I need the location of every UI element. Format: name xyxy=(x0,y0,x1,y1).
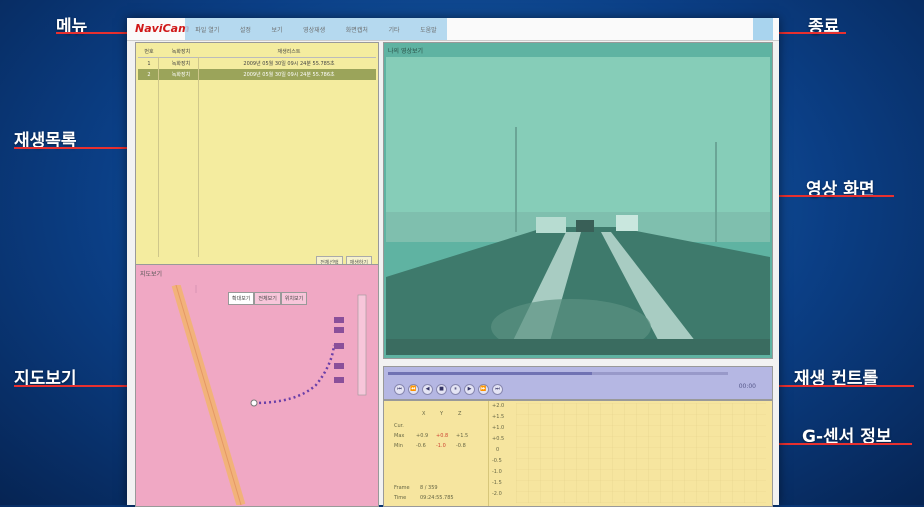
scale-tick: +0.5 xyxy=(492,436,505,442)
playback-controls: 00:00 ⏮ ⏪ ◀ ■ ⏸ ▶ ⏩ ⏭ xyxy=(383,366,773,400)
stop-button[interactable]: ■ xyxy=(436,384,447,395)
row-label: Min xyxy=(394,443,403,449)
menu-item[interactable]: 영상재생 xyxy=(303,25,325,34)
scale-tick: +1.0 xyxy=(492,425,505,431)
menu-item[interactable]: 보기 xyxy=(271,25,282,34)
axis-label: Z xyxy=(458,411,462,417)
row-device: 녹화장치 xyxy=(160,69,202,80)
progress-slider[interactable] xyxy=(388,372,728,375)
time-display: 00:00 xyxy=(738,383,756,390)
fast-forward-button[interactable]: ⏩ xyxy=(478,384,489,395)
column-header: 재생리스트 xyxy=(202,45,376,58)
playlist-panel: 번호 녹화장치 재생리스트 1 녹화장치 2009년 05월 30일 09시 2… xyxy=(135,42,379,280)
rewind-button[interactable]: ⏪ xyxy=(408,384,419,395)
map-title: 지도보기 xyxy=(140,271,163,278)
scale-tick: -0.5 xyxy=(492,458,502,464)
title-bar: NaviCam 파일 열기 설정 보기 영상재생 화면캡처 기타 도움말 xyxy=(127,18,779,41)
table-row-selected[interactable]: 2 녹화장치 2009년 05월 30일 09시 24분 55.786초 xyxy=(138,69,376,80)
menu-item[interactable]: 설정 xyxy=(240,25,251,34)
row-device: 녹화장치 xyxy=(171,61,191,67)
skip-start-button[interactable]: ⏮ xyxy=(394,384,405,395)
waypoint-marker xyxy=(334,317,344,323)
menu-item[interactable]: 도움말 xyxy=(420,25,437,34)
time-value: 09:24:55.785 xyxy=(420,495,454,501)
waypoint-marker xyxy=(334,363,344,369)
frame-value: 8 / 359 xyxy=(420,485,438,491)
row-name: 2009년 05월 30일 09시 24분 55.785초 xyxy=(243,61,335,67)
app-logo: NaviCam xyxy=(135,22,190,35)
map-zoom-slider xyxy=(357,294,367,396)
playlist-table: 번호 녹화장치 재생리스트 1 녹화장치 2009년 05월 30일 09시 2… xyxy=(138,45,376,80)
play-button[interactable]: ▶ xyxy=(464,384,475,395)
map-view[interactable] xyxy=(136,285,376,505)
scale-tick: 0 xyxy=(496,447,500,453)
time-label: Time xyxy=(394,495,407,501)
row-label: Max xyxy=(394,433,405,439)
table-row[interactable]: 1 녹화장치 2009년 05월 30일 09시 24분 55.785초 xyxy=(138,58,376,70)
video-screen[interactable] xyxy=(386,57,770,355)
column-header: 녹화장치 xyxy=(160,45,202,58)
map-road-edge xyxy=(175,285,242,505)
gsensor-graph xyxy=(516,403,766,503)
menu-bar: 파일 열기 설정 보기 영상재생 화면캡처 기타 도움말 xyxy=(185,18,447,40)
max-x: +0.9 xyxy=(416,433,429,439)
close-button[interactable] xyxy=(753,18,773,40)
video-title: 나의 영상보기 xyxy=(388,48,424,55)
waypoint-marker xyxy=(334,377,344,383)
waypoint-marker xyxy=(334,327,344,333)
axis-label: X xyxy=(422,411,426,417)
max-z: +1.5 xyxy=(456,433,469,439)
app-window: NaviCam 파일 열기 설정 보기 영상재생 화면캡처 기타 도움말 번호 … xyxy=(127,18,779,507)
step-back-button[interactable]: ◀ xyxy=(422,384,433,395)
scale-tick: -1.5 xyxy=(492,480,502,486)
route-start-marker xyxy=(250,399,258,407)
menu-item[interactable]: 화면캡처 xyxy=(346,25,368,34)
min-x: -0.6 xyxy=(416,443,426,449)
scale-tick: -2.0 xyxy=(492,491,502,497)
gsensor-panel: X Y Z Cur. Max +0.9 +0.8 +1.5 Min -0.6 -… xyxy=(383,400,773,507)
frame-label: Frame xyxy=(394,485,410,491)
menu-item[interactable]: 기타 xyxy=(388,25,399,34)
row-name: 2009년 05월 30일 09시 24분 55.786초 xyxy=(202,69,376,80)
map-panel: 지도보기 확대보기 전체보기 위치보기 xyxy=(135,264,379,507)
min-z: -0.8 xyxy=(456,443,466,449)
scale-tick: -1.0 xyxy=(492,469,502,475)
column-header: 번호 xyxy=(138,45,160,58)
video-panel: 나의 영상보기 xyxy=(383,42,773,359)
skip-end-button[interactable]: ⏭ xyxy=(492,384,503,395)
axis-label: Y xyxy=(440,411,444,417)
row-label: Cur. xyxy=(394,423,404,429)
row-number: 1 xyxy=(147,60,151,67)
row-number: 2 xyxy=(138,69,160,80)
route-path xyxy=(253,344,336,405)
scale-tick: +1.5 xyxy=(492,414,505,420)
menu-item[interactable]: 파일 열기 xyxy=(195,25,219,34)
pause-button[interactable]: ⏸ xyxy=(450,384,461,395)
table-header: 번호 녹화장치 재생리스트 xyxy=(138,45,376,58)
progress-fill xyxy=(388,372,592,375)
max-y: +0.8 xyxy=(436,433,449,439)
scale-tick: +2.0 xyxy=(492,403,505,409)
min-y: -1.0 xyxy=(436,443,446,449)
waypoint-marker xyxy=(334,343,344,349)
